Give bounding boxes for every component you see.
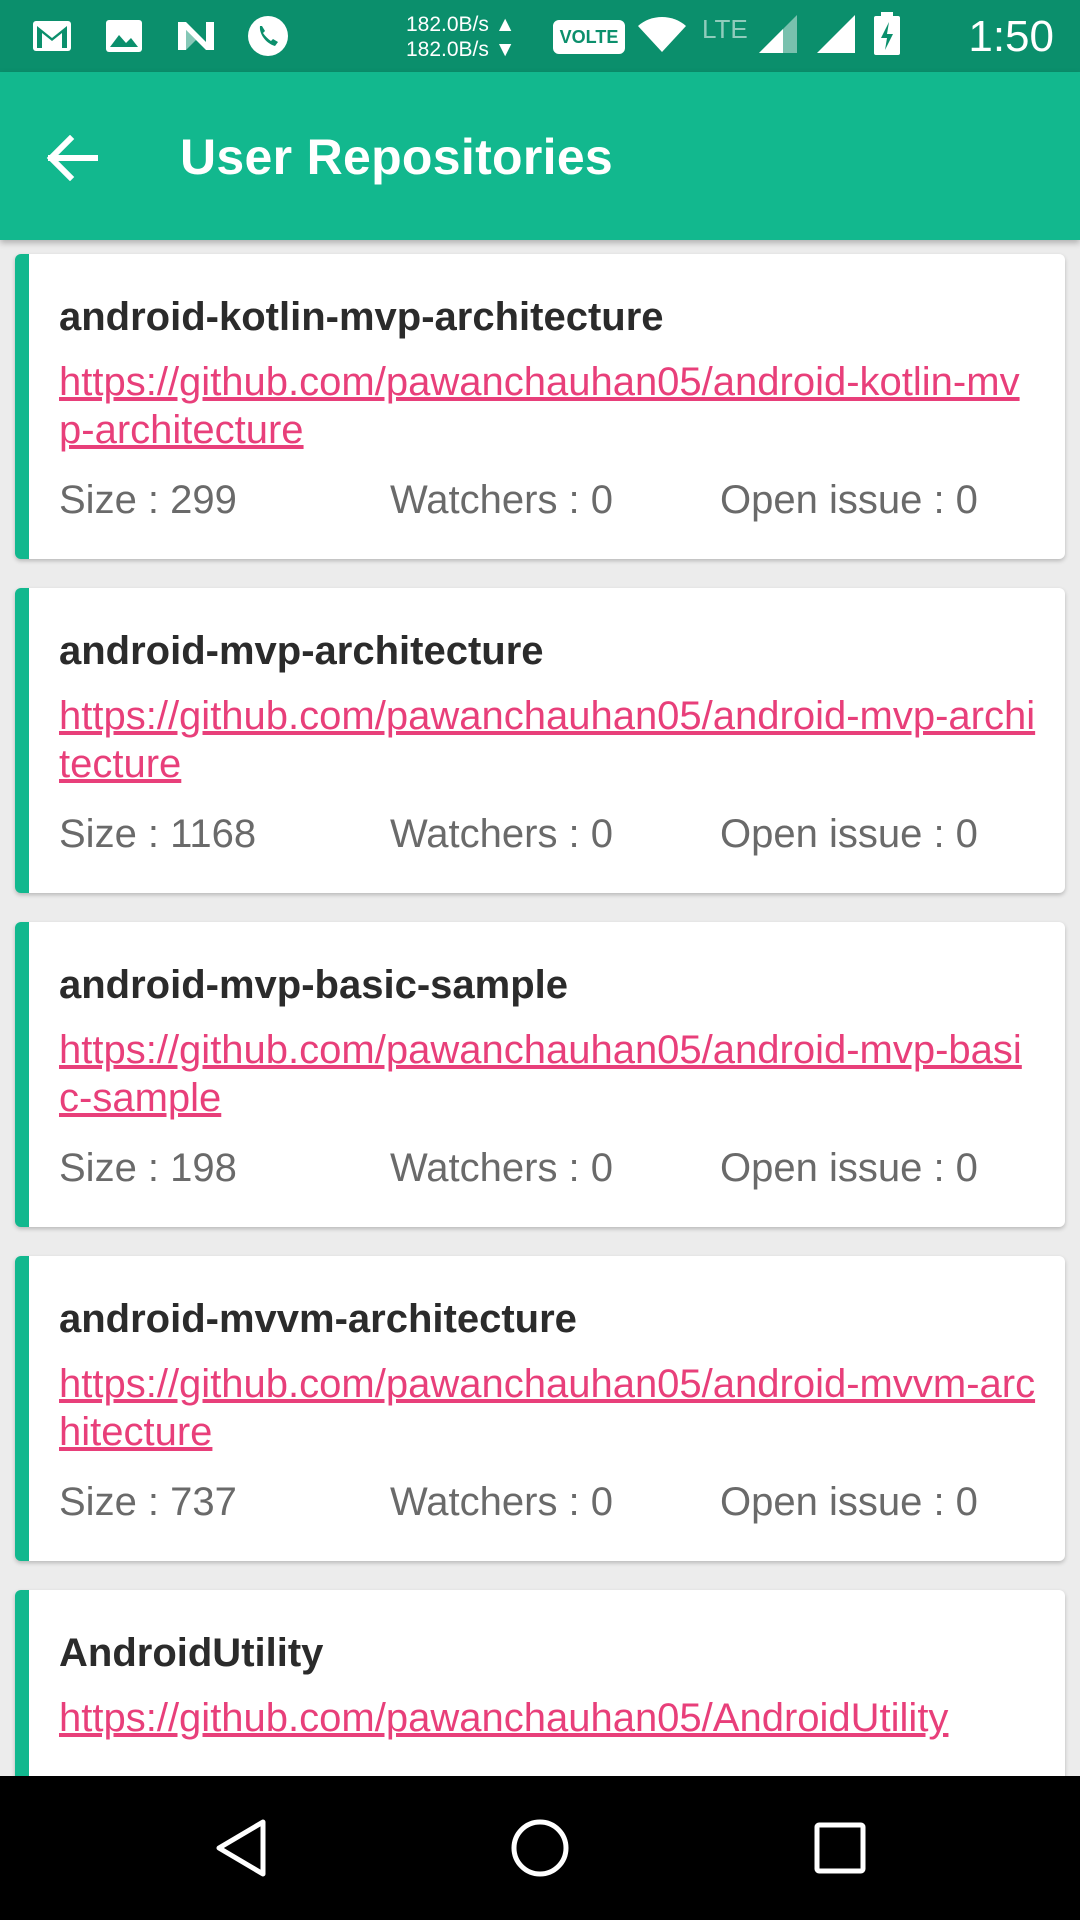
repo-watchers: Watchers : 0 (390, 478, 614, 522)
repo-watchers: Watchers : 0 (390, 1480, 614, 1524)
signal-icon (756, 12, 800, 56)
nav-home-button[interactable] (508, 1816, 572, 1880)
repo-size: Size : 1168 (59, 812, 257, 856)
repo-card[interactable]: android-mvp-architecture https://github.… (15, 588, 1065, 893)
repo-url-link[interactable]: https://github.com/pawanchauhan05/androi… (59, 692, 1037, 788)
repo-list[interactable]: android-kotlin-mvp-architecture https://… (0, 240, 1080, 1776)
home-circle-icon (511, 1819, 569, 1877)
navigation-bar (0, 1776, 1080, 1920)
repo-name: AndroidUtility (59, 1631, 324, 1675)
status-bar: 182.0B/s ▲ 182.0B/s ▼ VOLTE LTE 1:50 (0, 0, 1080, 72)
photo-icon (102, 14, 146, 58)
network-speed: 182.0B/s ▲ 182.0B/s ▼ (406, 12, 516, 62)
signal-icon (814, 12, 858, 56)
repo-size: Size : 737 (59, 1480, 237, 1524)
repo-card[interactable]: android-kotlin-mvp-architecture https://… (15, 254, 1065, 559)
repo-watchers: Watchers : 0 (390, 812, 614, 856)
repo-stats: Size : 198 Watchers : 0 Open issue : 0 (59, 1146, 1037, 1196)
nav-back-button[interactable] (209, 1816, 273, 1880)
clock: 1:50 (968, 12, 1054, 61)
repo-url-link[interactable]: https://github.com/pawanchauhan05/Androi… (59, 1694, 1037, 1742)
repo-card[interactable]: AndroidUtility https://github.com/pawanc… (15, 1590, 1065, 1776)
repo-stats: Size : 737 Watchers : 0 Open issue : 0 (59, 1480, 1037, 1530)
repo-url-link[interactable]: https://github.com/pawanchauhan05/androi… (59, 358, 1037, 454)
volte-badge: VOLTE (553, 20, 625, 54)
repo-name: android-kotlin-mvp-architecture (59, 295, 664, 339)
repo-open-issues: Open issue : 0 (720, 812, 978, 856)
repo-open-issues: Open issue : 0 (720, 1480, 978, 1524)
repo-watchers: Watchers : 0 (390, 1146, 614, 1190)
nav-recents-button[interactable] (808, 1816, 872, 1880)
battery-charging-icon (872, 12, 902, 56)
net-up-text: 182.0B/s ▲ (406, 13, 516, 36)
repo-name: android-mvp-basic-sample (59, 963, 569, 1007)
lte-label: LTE (702, 13, 748, 44)
wifi-icon (636, 12, 688, 56)
repo-size: Size : 198 (59, 1146, 237, 1190)
phone-icon (246, 14, 290, 58)
repo-size: Size : 299 (59, 478, 237, 522)
page-title: User Repositories (180, 129, 614, 185)
repo-open-issues: Open issue : 0 (720, 1146, 978, 1190)
recents-square-icon (814, 1822, 866, 1874)
repo-url-link[interactable]: https://github.com/pawanchauhan05/androi… (59, 1026, 1037, 1122)
repo-stats: Size : 1168 Watchers : 0 Open issue : 0 (59, 812, 1037, 862)
repo-stats: Size : 299 Watchers : 0 Open issue : 0 (59, 478, 1037, 528)
arrow-back-icon (46, 135, 98, 181)
repo-open-issues: Open issue : 0 (720, 478, 978, 522)
back-triangle-icon (216, 1819, 266, 1877)
repo-stats (59, 1766, 1037, 1776)
back-button[interactable] (40, 126, 104, 190)
net-down-text: 182.0B/s ▼ (406, 38, 516, 61)
app-bar: User Repositories (0, 72, 1080, 240)
repo-card[interactable]: android-mvp-basic-sample https://github.… (15, 922, 1065, 1227)
n-icon (174, 14, 218, 58)
repo-name: android-mvvm-architecture (59, 1297, 577, 1341)
repo-url-link[interactable]: https://github.com/pawanchauhan05/androi… (59, 1360, 1037, 1456)
repo-card[interactable]: android-mvvm-architecture https://github… (15, 1256, 1065, 1561)
repo-name: android-mvp-architecture (59, 629, 544, 673)
gmail-icon (30, 14, 74, 58)
